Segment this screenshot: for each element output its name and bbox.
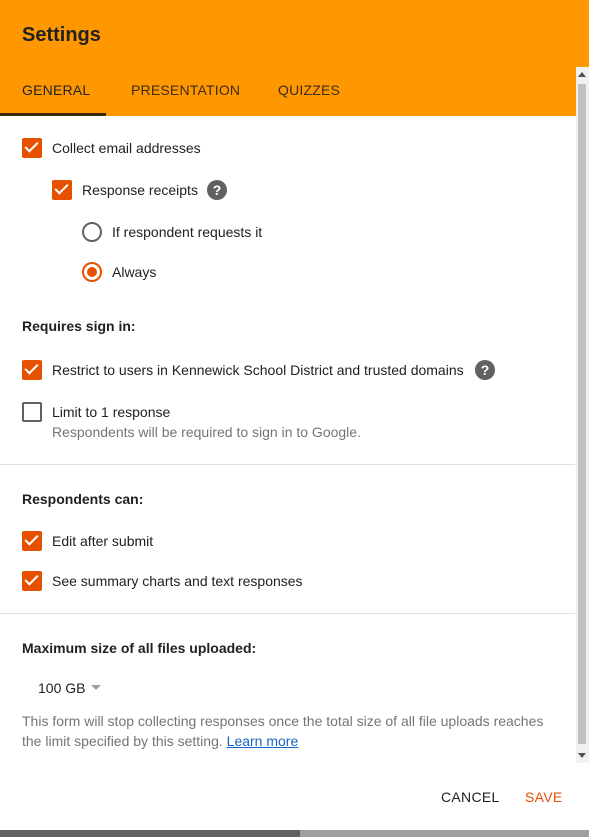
response-receipts-checkbox[interactable]	[52, 180, 72, 200]
upload-size-select[interactable]: 100 GB	[38, 680, 85, 696]
divider	[0, 613, 575, 614]
upload-limit-note: This form will stop collecting responses…	[22, 711, 562, 751]
restrict-users-label: Restrict to users in Kennewick School Di…	[52, 362, 464, 378]
edit-after-submit-label: Edit after submit	[52, 533, 154, 549]
divider	[0, 464, 575, 465]
tab-quizzes[interactable]: QUIZZES	[278, 82, 340, 98]
requires-sign-in-title: Requires sign in:	[22, 318, 136, 334]
limit-one-response-note: Respondents will be required to sign in …	[52, 424, 361, 440]
dialog-title: Settings	[22, 24, 101, 46]
restrict-users-checkbox[interactable]	[22, 360, 42, 380]
tab-presentation[interactable]: PRESENTATION	[131, 82, 240, 98]
dropdown-arrow-icon[interactable]	[91, 685, 101, 690]
settings-header: Settings GENERAL PRESENTATION QUIZZES	[0, 0, 589, 116]
limit-one-response-checkbox[interactable]	[22, 402, 42, 422]
limit-one-response-label: Limit to 1 response	[52, 404, 171, 420]
learn-more-link[interactable]: Learn more	[227, 733, 299, 749]
scrollbar[interactable]	[576, 67, 589, 763]
cancel-button[interactable]: CANCEL	[441, 789, 500, 805]
respondents-can-title: Respondents can:	[22, 491, 144, 507]
save-button[interactable]: SAVE	[525, 789, 563, 805]
radio-if-requested-label: If respondent requests it	[112, 224, 263, 240]
active-tab-indicator	[0, 113, 106, 116]
help-icon[interactable]: ?	[475, 360, 495, 380]
bottom-bar-segment	[300, 830, 589, 837]
bottom-bar	[0, 830, 589, 837]
scroll-up-arrow-icon[interactable]	[578, 72, 586, 77]
tab-general[interactable]: GENERAL	[22, 82, 90, 98]
help-icon[interactable]: ?	[207, 180, 227, 200]
see-summary-label: See summary charts and text responses	[52, 573, 303, 589]
see-summary-checkbox[interactable]	[22, 571, 42, 591]
radio-always-label: Always	[112, 264, 157, 280]
scroll-down-arrow-icon[interactable]	[578, 753, 586, 758]
max-upload-size-title: Maximum size of all files uploaded:	[22, 640, 257, 656]
radio-always[interactable]	[82, 262, 102, 282]
collect-email-checkbox[interactable]	[22, 138, 42, 158]
collect-email-label: Collect email addresses	[52, 140, 201, 156]
radio-if-requested[interactable]	[82, 222, 102, 242]
scrollbar-thumb[interactable]	[578, 84, 586, 744]
response-receipts-label: Response receipts	[82, 182, 198, 198]
edit-after-submit-checkbox[interactable]	[22, 531, 42, 551]
